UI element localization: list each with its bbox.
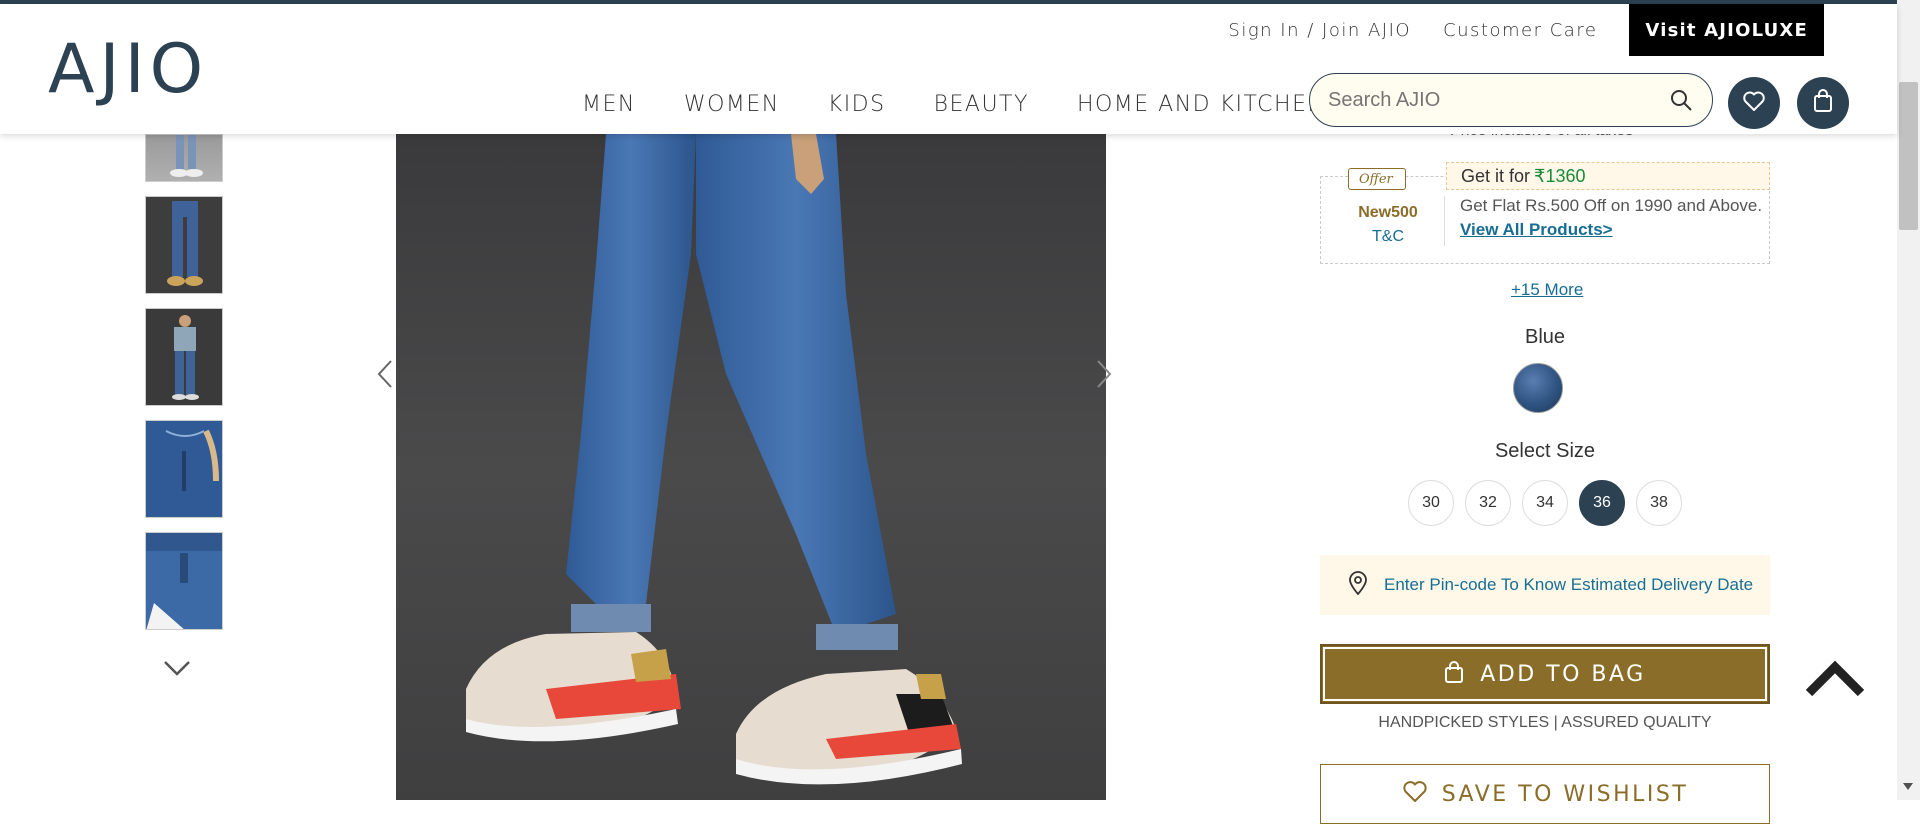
select-size-label: Select Size (1494, 440, 1596, 462)
more-offers-link[interactable]: +15 More (1511, 280, 1583, 300)
size-option-36[interactable]: 36 (1579, 480, 1625, 526)
nav-men[interactable]: MEN (582, 92, 636, 117)
wishlist-heart-button[interactable] (1728, 77, 1780, 129)
pincode-delivery-box[interactable]: Enter Pin-code To Know Estimated Deliver… (1320, 555, 1770, 615)
size-option-34[interactable]: 34 (1522, 480, 1568, 526)
thumbnail-scroll-down-chevron-icon[interactable] (162, 656, 192, 680)
size-option-30[interactable]: 30 (1408, 480, 1454, 526)
size-options: 30 32 34 36 38 (1408, 480, 1693, 526)
product-main-image (396, 134, 1106, 800)
offer-divider (1444, 196, 1445, 246)
thumbnail-2[interactable] (145, 196, 223, 294)
offer-tc-link[interactable]: T&C (1338, 228, 1438, 246)
thumbnail-3[interactable] (145, 308, 223, 406)
save-to-wishlist-button[interactable]: SAVE TO WISHLIST (1320, 764, 1770, 824)
assurance-text: HANDPICKED STYLES | ASSURED QUALITY (1378, 714, 1712, 731)
offer-get-it-for-label: Get it for (1461, 165, 1531, 186)
sign-in-link[interactable]: Sign In / Join AJIO (1228, 20, 1411, 41)
thumbnail-5[interactable] (145, 532, 223, 630)
size-option-32[interactable]: 32 (1465, 480, 1511, 526)
search-input[interactable] (1328, 88, 1668, 112)
color-name-label: Blue (1524, 326, 1566, 348)
scroll-to-top-chevron-icon[interactable] (1804, 656, 1866, 702)
site-header: AJIO Sign In / Join AJIO Customer Care V… (0, 4, 1897, 134)
view-all-products-link[interactable]: View All Products> (1460, 220, 1613, 240)
add-to-bag-label: ADD TO BAG (1480, 661, 1646, 687)
offer-price-value: ₹1360 (1534, 165, 1586, 186)
ajio-logo[interactable]: AJIO (48, 36, 208, 104)
utility-links: Sign In / Join AJIO Customer Care Visit … (1228, 4, 1824, 56)
save-to-wishlist-label: SAVE TO WISHLIST (1441, 781, 1689, 807)
thumbnail-4[interactable] (145, 420, 223, 518)
main-nav: MEN WOMEN KIDS BEAUTY HOME AND KITCHEN (582, 92, 1373, 117)
scrollbar-thumb[interactable] (1899, 82, 1918, 230)
image-prev-arrow-icon[interactable] (373, 356, 397, 392)
add-to-bag-button[interactable]: ADD TO BAG (1320, 644, 1770, 704)
pincode-prompt: Enter Pin-code To Know Estimated Deliver… (1384, 575, 1754, 594)
thumbnail-1[interactable] (145, 134, 223, 182)
image-next-arrow-icon[interactable] (1092, 356, 1116, 392)
offer-tag-label: Offer (1359, 171, 1393, 187)
offer-price-strip: Get it for ₹1360 (1446, 162, 1770, 190)
search-box (1309, 73, 1713, 127)
heart-icon (1402, 780, 1428, 808)
nav-beauty[interactable]: BEAUTY (934, 92, 1029, 117)
bag-button[interactable] (1797, 77, 1849, 129)
customer-care-link[interactable]: Customer Care (1443, 20, 1597, 41)
offer-code: New500 (1358, 204, 1418, 221)
thumbnail-strip (145, 134, 223, 644)
nav-home-and-kitchen[interactable]: HOME AND KITCHEN (1077, 92, 1326, 117)
offer-tag: Offer (1348, 168, 1406, 190)
location-pin-icon (1348, 570, 1368, 600)
color-swatch-blue[interactable] (1513, 363, 1563, 413)
offer-description: Get Flat Rs.500 Off on 1990 and Above. (1460, 196, 1763, 215)
scrollbar-down-arrow-icon[interactable] (1901, 780, 1915, 794)
nav-kids[interactable]: KIDS (828, 92, 886, 117)
search-icon[interactable] (1668, 87, 1694, 113)
size-option-38[interactable]: 38 (1636, 480, 1682, 526)
heart-icon (1742, 90, 1766, 117)
visit-ajioluxe-button[interactable]: Visit AJIOLUXE (1629, 4, 1824, 56)
shopping-bag-icon (1444, 660, 1464, 688)
shopping-bag-icon (1812, 88, 1834, 118)
nav-women[interactable]: WOMEN (684, 92, 780, 117)
